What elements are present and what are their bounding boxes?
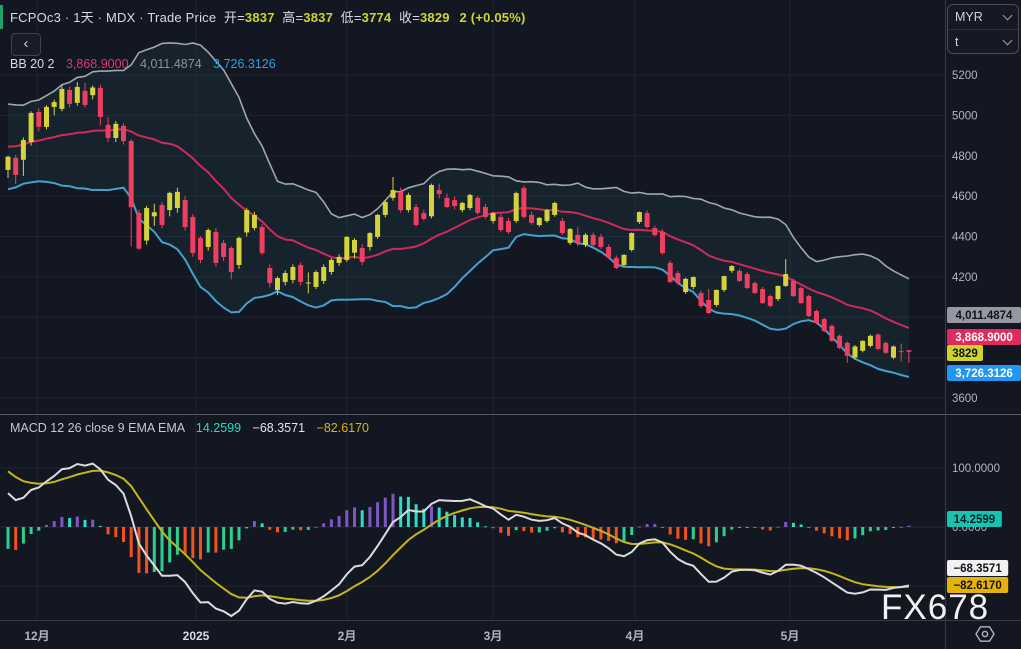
macd-signal-value: −82.6170 (317, 421, 369, 435)
bb-title: BB 20 2 (10, 57, 54, 71)
price-axis[interactable] (946, 0, 1021, 620)
high-label: 高= (282, 10, 303, 25)
bb-basis-value: 3,868.9000 (66, 57, 129, 71)
bb-legend: BB 20 2 3,868.9000 4,011.4874 3,726.3126 (10, 57, 276, 71)
close-label: 收= (399, 10, 420, 25)
open-value: 3837 (245, 10, 275, 25)
unit-select[interactable]: t (948, 29, 1018, 54)
close-value: 3829 (420, 10, 450, 25)
macd-hist-value: 14.2599 (196, 421, 241, 435)
chart-canvas[interactable] (0, 0, 945, 620)
bb-lower-value: 3,726.3126 (213, 57, 276, 71)
settings-icon[interactable] (973, 622, 997, 646)
edge-artifact (0, 5, 3, 29)
back-button[interactable]: ‹ (11, 33, 41, 56)
symbol-title: FCPOc3 · 1天 · MDX · Trade Price (10, 10, 216, 25)
macd-line-value: −68.3571 (253, 421, 305, 435)
currency-value: MYR (955, 10, 983, 24)
macd-title: MACD 12 26 close 9 EMA EMA (10, 421, 184, 435)
chevron-left-icon: ‹ (24, 35, 29, 52)
symbol-header: FCPOc3 · 1天 · MDX · Trade Price 开=3837 高… (10, 7, 526, 26)
high-value: 3837 (303, 10, 333, 25)
trading-chart-app: 5200500048004600440042003600100.00000.00… (0, 0, 1021, 649)
currency-select[interactable]: MYR (948, 5, 1018, 29)
chevron-down-icon (1003, 36, 1013, 46)
low-label: 低= (341, 10, 362, 25)
macd-legend: MACD 12 26 close 9 EMA EMA 14.2599 −68.3… (10, 421, 369, 435)
bb-upper-value: 4,011.4874 (140, 57, 202, 71)
unit-value: t (955, 35, 958, 49)
unit-selector: MYR t (947, 4, 1019, 54)
chevron-down-icon (1003, 11, 1013, 21)
change-value: 2 (+0.05%) (460, 10, 526, 25)
open-label: 开= (224, 10, 245, 25)
low-value: 3774 (362, 10, 392, 25)
time-axis[interactable] (0, 621, 945, 649)
